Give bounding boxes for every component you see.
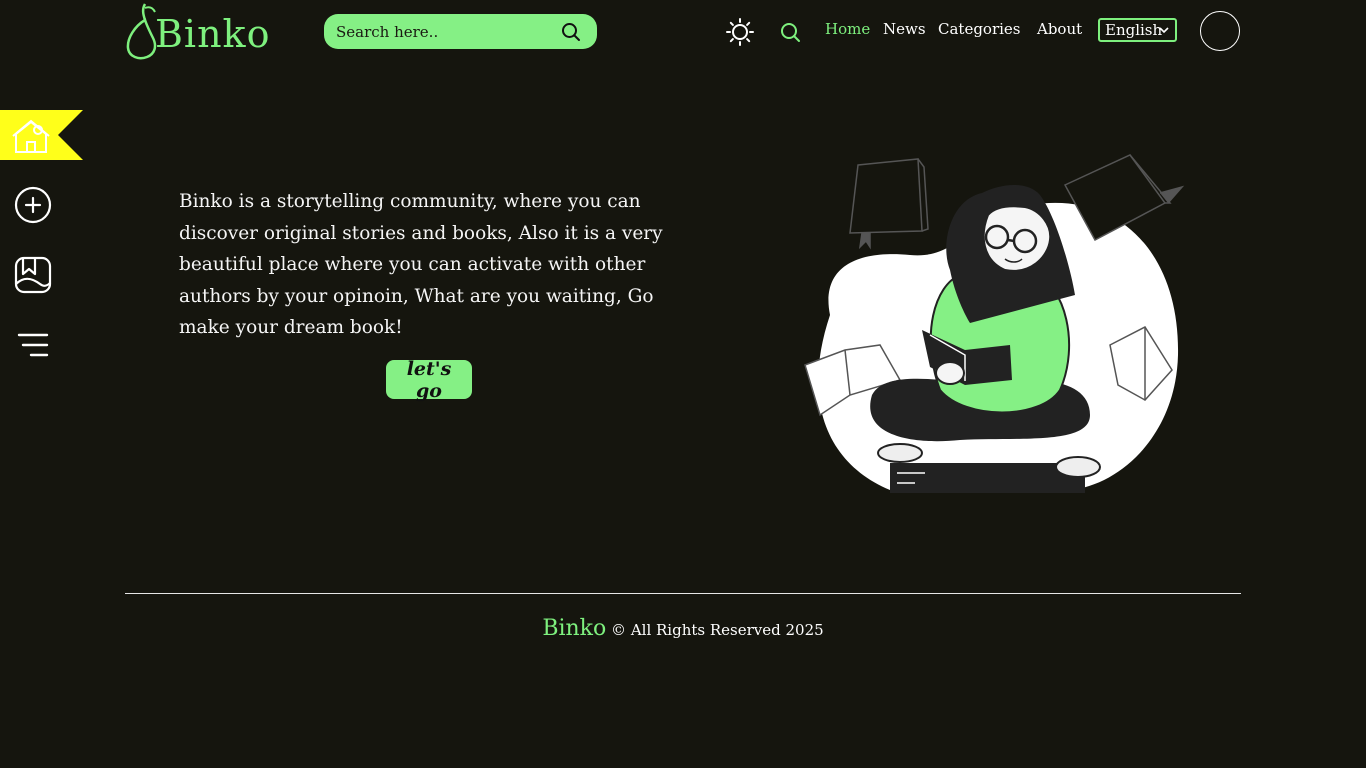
nav-about[interactable]: About [1037, 20, 1082, 38]
language-select[interactable]: English [1098, 18, 1177, 42]
footer-divider [125, 593, 1241, 594]
sidebar-item-home[interactable] [0, 110, 83, 160]
nav-home[interactable]: Home [825, 20, 870, 38]
language-label: English [1105, 21, 1163, 39]
search-icon[interactable] [561, 22, 581, 42]
search-bar [324, 14, 597, 49]
nav-news[interactable]: News [883, 20, 926, 38]
footer-brand[interactable]: Binko [542, 616, 606, 641]
site-logo[interactable]: Binko [125, 2, 277, 62]
avatar[interactable] [1200, 11, 1240, 51]
nav-categories[interactable]: Categories [938, 20, 1021, 38]
header-search-icon[interactable] [779, 21, 801, 43]
sun-icon[interactable] [725, 17, 755, 47]
footer-copyright: © All Rights Reserved 2025 [611, 621, 824, 639]
search-input[interactable] [334, 21, 548, 42]
footer: Binko © All Rights Reserved 2025 [0, 616, 1366, 641]
gallery-icon[interactable] [12, 254, 54, 296]
logo-text: Binko [155, 12, 271, 56]
hero-description: Binko is a storytelling community, where… [179, 191, 663, 338]
menu-icon[interactable] [12, 324, 54, 366]
add-circle-icon[interactable] [12, 184, 54, 226]
reading-girl-illustration [804, 154, 1185, 493]
chevron-down-icon [1159, 27, 1169, 34]
lets-go-button[interactable]: let's go [386, 358, 472, 402]
